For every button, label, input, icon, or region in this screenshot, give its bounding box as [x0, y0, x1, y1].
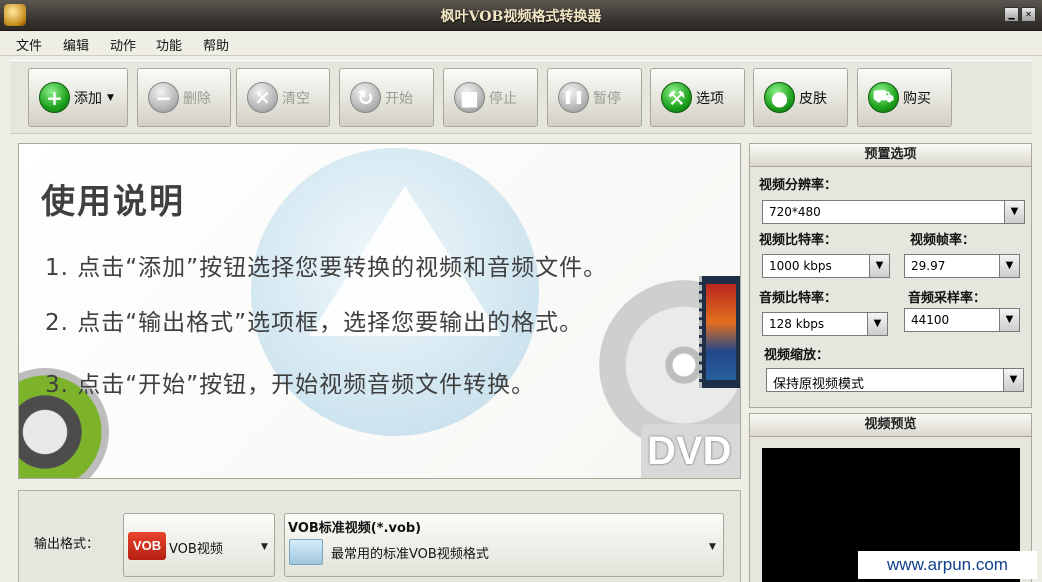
output-format-bar: 输出格式： VOB VOB视频 ▼ VOB标准视频(*.vob) 最常用的标准V…: [18, 490, 741, 582]
add-label: 添加: [74, 90, 102, 107]
chevron-down-icon[interactable]: ▼: [869, 255, 889, 277]
video-bitrate-select[interactable]: 1000 kbps ▼: [762, 254, 890, 278]
output-format-label: 输出格式：: [34, 537, 100, 552]
audio-bitrate-value: 128 kbps: [769, 317, 825, 331]
minus-icon: −: [148, 82, 179, 113]
start-label: 开始: [385, 90, 413, 107]
stop-label: 停止: [489, 90, 517, 107]
cart-icon: ⛟: [868, 82, 899, 113]
skin-button[interactable]: ● 皮肤: [753, 68, 848, 127]
clear-label: 清空: [282, 90, 310, 107]
add-button[interactable]: + 添加 ▼: [28, 68, 128, 127]
chevron-down-icon[interactable]: ▼: [867, 313, 887, 335]
pause-icon: ❚❚: [558, 82, 589, 113]
minimize-button[interactable]: ▁: [1004, 7, 1019, 22]
chevron-down-icon[interactable]: ▼: [999, 309, 1019, 331]
stop-icon: ■: [454, 82, 485, 113]
instructions-title: 使用说明: [41, 182, 185, 222]
audio-bitrate-label: 音频比特率：: [759, 291, 838, 306]
vob-icon: VOB: [128, 532, 166, 560]
chevron-down-icon[interactable]: ▼: [107, 93, 114, 103]
scaling-value: 保持原视频模式: [773, 377, 865, 392]
dvd-logo: DVD: [641, 424, 740, 478]
preset-options-header: 预置选项: [750, 144, 1031, 167]
delete-label: 删除: [183, 90, 211, 107]
scaling-select[interactable]: 保持原视频模式 ▼: [766, 368, 1024, 392]
format-category-select[interactable]: VOB VOB视频 ▼: [123, 513, 275, 577]
clear-button[interactable]: ✕ 清空: [236, 68, 330, 127]
buy-button[interactable]: ⛟ 购买: [857, 68, 952, 127]
toolbar: + 添加 ▼ − 删除 ✕ 清空 ↻ 开始 ■ 停止 ❚❚ 暂停 ⚒ 选项 ● …: [10, 60, 1032, 134]
resolution-label: 视频分辨率：: [759, 178, 838, 193]
chevron-down-icon[interactable]: ▼: [1003, 369, 1023, 391]
format-description: 最常用的标准VOB视频格式: [331, 547, 489, 562]
menu-action[interactable]: 动作: [110, 35, 136, 54]
audio-bitrate-select[interactable]: 128 kbps ▼: [762, 312, 888, 336]
format-name: VOB标准视频(*.vob): [288, 521, 422, 536]
sample-rate-value: 44100: [911, 313, 950, 327]
frame-rate-label: 视频帧率：: [910, 233, 976, 248]
scaling-label: 视频缩放：: [764, 348, 830, 363]
apple-icon: ●: [764, 82, 795, 113]
options-button[interactable]: ⚒ 选项: [650, 68, 745, 127]
menu-edit[interactable]: 编辑: [63, 35, 89, 54]
chevron-down-icon: ▼: [709, 542, 716, 552]
frame-rate-value: 29.97: [911, 259, 946, 273]
menu-help[interactable]: 帮助: [203, 35, 229, 54]
stop-button[interactable]: ■ 停止: [443, 68, 538, 127]
sample-rate-label: 音频采样率：: [908, 291, 987, 306]
instructions-panel[interactable]: DVD 使用说明 1. 点击“添加”按钮选择您要转换的视频和音频文件。 2. 点…: [18, 143, 741, 479]
menu-bar: 文件 编辑 动作 功能 帮助: [0, 31, 1042, 56]
chevron-down-icon[interactable]: ▼: [999, 255, 1019, 277]
frame-rate-select[interactable]: 29.97 ▼: [904, 254, 1020, 278]
chevron-down-icon: ▼: [261, 542, 268, 552]
pause-button[interactable]: ❚❚ 暂停: [547, 68, 642, 127]
instruction-step-2: 2. 点击“输出格式”选项框，选择您要输出的格式。: [45, 310, 584, 336]
folder-icon: [289, 539, 323, 565]
broom-icon: ✕: [247, 82, 278, 113]
window-title: 枫叶VOB视频格式转换器: [440, 9, 602, 25]
title-bar: 枫叶VOB视频格式转换器 ▁ ✕: [0, 0, 1042, 31]
video-bitrate-label: 视频比特率：: [759, 233, 838, 248]
buy-label: 购买: [903, 90, 931, 107]
start-button[interactable]: ↻ 开始: [339, 68, 434, 127]
sample-rate-select[interactable]: 44100 ▼: [904, 308, 1020, 332]
refresh-icon: ↻: [350, 82, 381, 113]
tools-icon: ⚒: [661, 82, 692, 113]
chevron-down-icon[interactable]: ▼: [1004, 201, 1024, 223]
video-bitrate-value: 1000 kbps: [769, 259, 832, 273]
pause-label: 暂停: [593, 90, 621, 107]
output-format-select[interactable]: VOB标准视频(*.vob) 最常用的标准VOB视频格式 ▼: [284, 513, 724, 577]
resolution-value: 720*480: [769, 205, 821, 219]
instruction-step-3: 3. 点击“开始”按钮，开始视频音频文件转换。: [45, 372, 536, 398]
options-label: 选项: [696, 90, 724, 107]
preset-options-panel: 预置选项 视频分辨率： 720*480 ▼ 视频比特率： 视频帧率： 1000 …: [749, 143, 1032, 408]
menu-file[interactable]: 文件: [16, 35, 42, 54]
instruction-step-1: 1. 点击“添加”按钮选择您要转换的视频和音频文件。: [45, 255, 608, 281]
site-watermark: www.arpun.com: [858, 551, 1037, 579]
delete-button[interactable]: − 删除: [137, 68, 231, 127]
close-button[interactable]: ✕: [1021, 7, 1036, 22]
resolution-select[interactable]: 720*480 ▼: [762, 200, 1025, 224]
menu-function[interactable]: 功能: [156, 35, 182, 54]
plus-icon: +: [39, 82, 70, 113]
video-preview-header: 视频预览: [750, 414, 1031, 437]
skin-label: 皮肤: [799, 90, 827, 107]
format-category-value: VOB视频: [169, 542, 223, 557]
film-strip-icon: [699, 276, 740, 388]
